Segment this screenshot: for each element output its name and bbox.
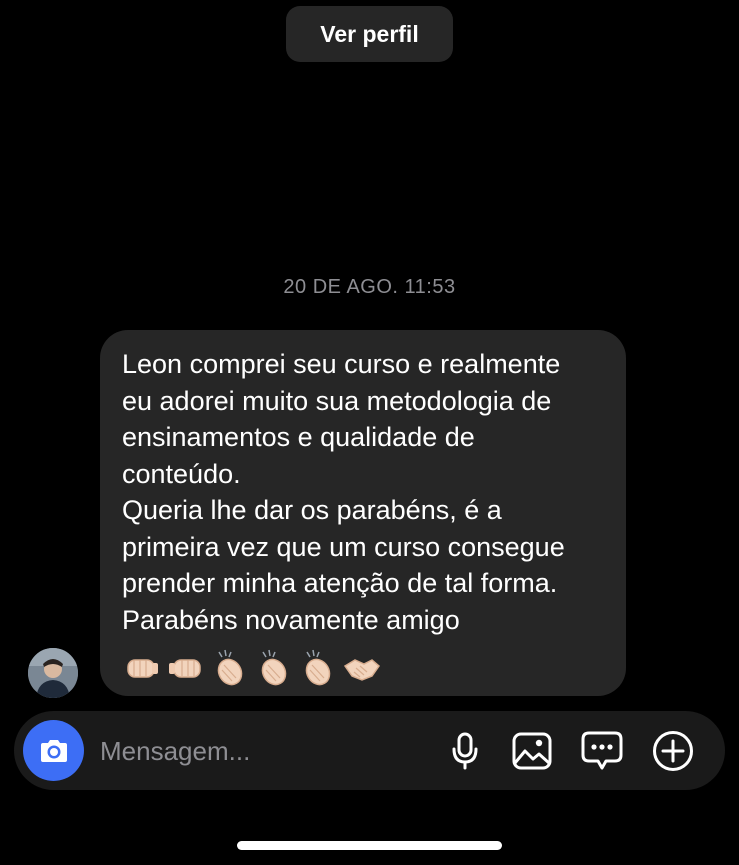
message-composer	[14, 711, 725, 790]
message-line: conteúdo.	[122, 458, 241, 489]
message-line: Queria lhe dar os parabéns, é a	[122, 495, 502, 525]
avatar-image	[28, 648, 78, 698]
plus-icon	[653, 731, 693, 771]
sticker-button[interactable]	[580, 729, 624, 773]
message-timestamp: 20 DE AGO. 11:53	[283, 276, 456, 298]
message-line: prender minha atenção de tal forma.	[122, 568, 558, 598]
sticker-chat-icon	[581, 731, 623, 770]
more-button[interactable]	[651, 729, 695, 773]
message-line: Leon comprei seu curso e realmente	[122, 349, 561, 379]
handshake-icon	[343, 659, 381, 681]
message-bubble[interactable]: Leon comprei seu curso e realmente eu ad…	[100, 330, 626, 696]
clapping-hands-icon	[305, 649, 331, 686]
microphone-icon	[452, 732, 478, 770]
camera-icon	[40, 739, 67, 762]
clapping-hands-icon	[261, 649, 287, 686]
view-profile-button[interactable]: Ver perfil	[286, 6, 453, 62]
message-text: Leon comprei seu curso e realmente eu ad…	[122, 346, 604, 638]
message-line: ensinamentos e qualidade de	[122, 422, 475, 452]
microphone-button[interactable]	[443, 729, 487, 773]
message-line: Parabéns novamente amigo	[122, 604, 460, 635]
home-indicator[interactable]	[237, 841, 502, 850]
emoji-row	[122, 648, 604, 688]
chat-screen: Ver perfil 20 DE AGO. 11:53 Leon comprei…	[0, 0, 739, 865]
clapping-hands-icon	[217, 649, 243, 686]
left-facing-fist-icon	[127, 659, 158, 678]
gallery-button[interactable]	[510, 729, 554, 773]
message-line: primeira vez que um curso consegue	[122, 531, 565, 562]
message-input[interactable]	[100, 729, 430, 773]
right-facing-fist-icon	[169, 659, 201, 678]
image-icon	[512, 732, 552, 770]
camera-button[interactable]	[23, 720, 84, 781]
avatar[interactable]	[28, 648, 78, 698]
message-line: eu adorei muito sua metodologia de	[122, 385, 552, 416]
